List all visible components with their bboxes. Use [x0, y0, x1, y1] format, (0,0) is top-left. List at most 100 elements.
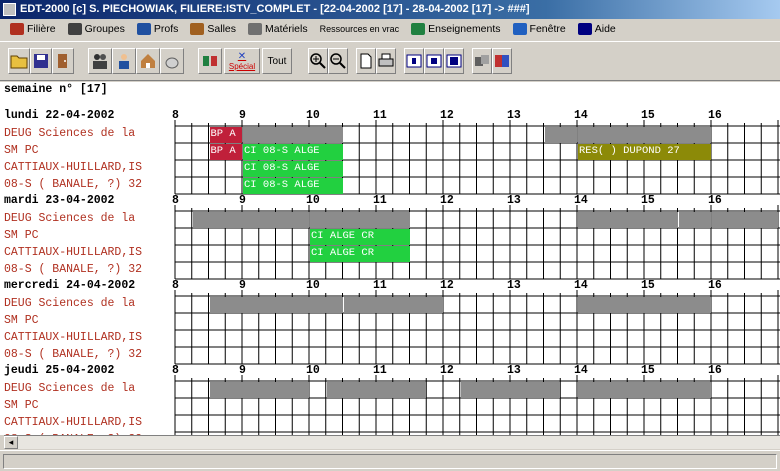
teacher-icon: [119, 54, 129, 69]
schedule-grid[interactable]: semaine n° [17] lundi 22-04-2002 8 9 10 11 12…: [0, 82, 780, 435]
menu-label: Enseignements: [428, 23, 501, 35]
course-block[interactable]: [578, 297, 711, 313]
hour-tick-label: 10: [306, 109, 320, 122]
day-label: lundi 22-04-2002: [4, 109, 115, 122]
tool-b-button[interactable]: [492, 48, 512, 74]
course-block[interactable]: BP A: [209, 144, 242, 160]
materials-button[interactable]: [160, 48, 184, 74]
print-button[interactable]: [376, 48, 396, 74]
scroll-left-icon[interactable]: ◂: [4, 436, 18, 449]
courses-button[interactable]: [198, 48, 222, 74]
horizontal-scrollbar[interactable]: ◂: [4, 435, 780, 449]
day-label: mardi 23-04-2002: [4, 194, 115, 207]
hour-tick-label: 13: [507, 279, 521, 292]
resource-row-label[interactable]: DEUG Sciences de la: [4, 212, 174, 225]
zoom-out-button[interactable]: [328, 48, 348, 74]
course-block[interactable]: CI 08-S ALGE: [243, 161, 343, 177]
day-label: mercredi 24-04-2002: [4, 279, 136, 292]
hour-tick-label: 11: [373, 279, 387, 292]
folder-icon: [10, 55, 28, 69]
resource-row-label[interactable]: SM PC: [4, 399, 174, 412]
course-block[interactable]: [343, 297, 443, 313]
resource-row-label[interactable]: 08-S ( BANALE, ?) 32: [4, 348, 174, 361]
course-block[interactable]: CI ALGE CR: [310, 246, 410, 262]
course-block[interactable]: BP A: [209, 127, 242, 143]
fenetre-icon: [512, 23, 527, 35]
tool-a-button[interactable]: [472, 48, 492, 74]
menu-item-6[interactable]: Enseignements: [405, 20, 506, 38]
hour-tick-label: 15: [641, 194, 655, 207]
course-block[interactable]: [192, 212, 309, 228]
new-page-button[interactable]: [356, 48, 376, 74]
courses-icon: [203, 56, 217, 66]
course-block[interactable]: [326, 382, 427, 398]
view-3-button[interactable]: [444, 48, 464, 74]
hour-tick-label: 11: [373, 364, 387, 377]
resource-row-label[interactable]: CATTIAUX-HUILLARD,IS: [4, 331, 174, 344]
exit-button[interactable]: [52, 48, 74, 74]
course-block[interactable]: [578, 127, 711, 143]
special-label: Spécial: [228, 61, 256, 71]
resource-row-label[interactable]: 08-S ( BANALE, ?) 32: [4, 178, 174, 191]
hour-tick-label: 15: [641, 109, 655, 122]
all-button[interactable]: Tout: [262, 48, 292, 74]
pot-icon: [165, 57, 179, 69]
menu-item-2[interactable]: Profs: [131, 20, 185, 38]
resource-row-label[interactable]: SM PC: [4, 314, 174, 327]
hour-tick-label: 13: [507, 194, 521, 207]
view-2-button[interactable]: [424, 48, 444, 74]
menu-item-5[interactable]: Ressources en vrac: [314, 20, 406, 38]
resource-row-label[interactable]: CATTIAUX-HUILLARD,IS: [4, 246, 174, 259]
resource-row-label[interactable]: DEUG Sciences de la: [4, 297, 174, 310]
resource-row-label[interactable]: 08-S ( BANALE, ?) 32: [4, 263, 174, 276]
course-block[interactable]: RES( ) DUPOND 27: [578, 144, 711, 160]
profs-button[interactable]: [112, 48, 136, 74]
course-block[interactable]: [578, 212, 678, 228]
menu-label: Salles: [207, 23, 236, 35]
course-block[interactable]: CI ALGE CR: [310, 229, 410, 245]
resource-row-label[interactable]: CATTIAUX-HUILLARD,IS: [4, 161, 174, 174]
zoom-in-button[interactable]: [308, 48, 328, 74]
zoom-in-icon: [310, 53, 326, 69]
course-block[interactable]: CI 08-S ALGE: [243, 144, 343, 160]
resource-row-label[interactable]: CATTIAUX-HUILLARD,IS: [4, 416, 174, 429]
course-block[interactable]: [209, 382, 309, 398]
help-icon: [577, 23, 592, 35]
course-block[interactable]: [310, 212, 410, 228]
groups-button[interactable]: [88, 48, 112, 74]
course-block[interactable]: [544, 127, 577, 143]
course-block[interactable]: [243, 127, 343, 143]
enseignements-icon: [411, 23, 426, 35]
window-title: EDT-2000 [c] S. PIECHOWIAK, FILIERE:ISTV…: [20, 3, 530, 15]
menu-item-4[interactable]: Matériels: [242, 20, 314, 38]
open-folder-button[interactable]: [8, 48, 30, 74]
course-block[interactable]: [712, 212, 778, 228]
groupes-icon: [67, 23, 82, 35]
menu-item-3[interactable]: Salles: [184, 20, 242, 38]
menu-item-0[interactable]: Filière: [4, 20, 62, 38]
course-block[interactable]: [678, 212, 711, 228]
hour-tick-label: 12: [440, 109, 454, 122]
save-button[interactable]: [30, 48, 52, 74]
resource-row-label[interactable]: DEUG Sciences de la: [4, 382, 174, 395]
course-block[interactable]: [209, 297, 343, 313]
resource-row-label[interactable]: DEUG Sciences de la: [4, 127, 174, 140]
course-block[interactable]: [578, 382, 711, 398]
course-block[interactable]: [460, 382, 561, 398]
hour-tick-label: 14: [574, 279, 588, 292]
menu-item-8[interactable]: Aide: [572, 20, 622, 38]
floppy-icon: [34, 54, 48, 68]
rooms-button[interactable]: [136, 48, 160, 74]
special-button[interactable]: ✕ Spécial: [224, 48, 260, 74]
menu-item-7[interactable]: Fenêtre: [507, 20, 572, 38]
menu-item-1[interactable]: Groupes: [62, 20, 131, 38]
house-icon: [141, 54, 155, 68]
menu-bar: Filière Groupes Profs Salles Matériels Ressou…: [0, 19, 780, 39]
resource-row-label[interactable]: SM PC: [4, 229, 174, 242]
course-block[interactable]: CI 08-S ALGE: [243, 178, 343, 194]
resource-row-label[interactable]: SM PC: [4, 144, 174, 157]
page-icon: [360, 53, 372, 69]
view-1-button[interactable]: [404, 48, 424, 74]
salles-icon: [190, 23, 205, 35]
window-icon: [446, 54, 462, 68]
